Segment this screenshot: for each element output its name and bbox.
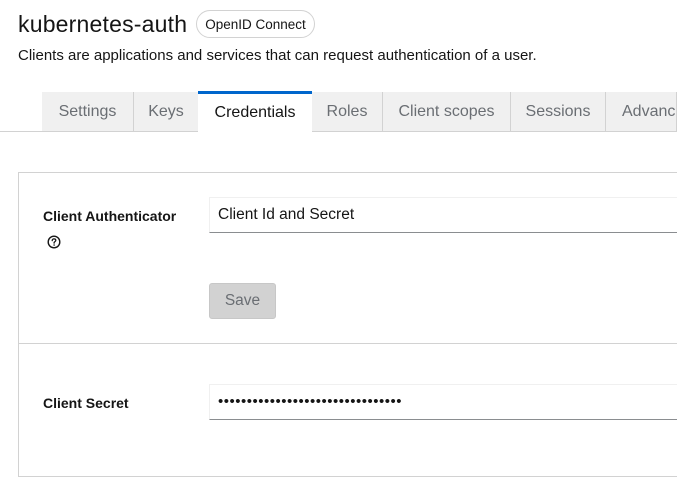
section-divider: [19, 343, 677, 344]
client-secret-input[interactable]: ••••••••••••••••••••••••••••••••: [209, 384, 677, 420]
question-circle-icon[interactable]: [47, 235, 61, 249]
protocol-badge: OpenID Connect: [196, 10, 315, 38]
page-title: kubernetes-auth: [18, 10, 188, 37]
client-details-page: kubernetes-auth OpenID Connect Clients a…: [0, 0, 677, 483]
tab-advanced[interactable]: Advanced: [606, 92, 677, 131]
page-header: kubernetes-auth OpenID Connect: [18, 10, 315, 38]
tabs-baseline: [0, 131, 677, 132]
client-tabs: Settings Keys Credentials Roles Client s…: [0, 91, 677, 132]
tab-client-scopes[interactable]: Client scopes: [383, 92, 511, 131]
tab-credentials[interactable]: Credentials: [198, 91, 312, 132]
page-subtitle: Clients are applications and services th…: [18, 47, 537, 64]
tab-sessions[interactable]: Sessions: [511, 92, 606, 131]
save-button[interactable]: Save: [209, 283, 276, 319]
tab-keys[interactable]: Keys: [134, 92, 199, 131]
client-secret-label: Client Secret: [43, 395, 129, 411]
client-authenticator-label: Client Authenticator: [43, 208, 177, 224]
credentials-panel: Client Authenticator Client Id and Secre…: [18, 172, 677, 477]
tab-settings[interactable]: Settings: [42, 92, 134, 131]
client-authenticator-select[interactable]: Client Id and Secret: [209, 197, 677, 233]
tab-roles[interactable]: Roles: [312, 92, 383, 131]
